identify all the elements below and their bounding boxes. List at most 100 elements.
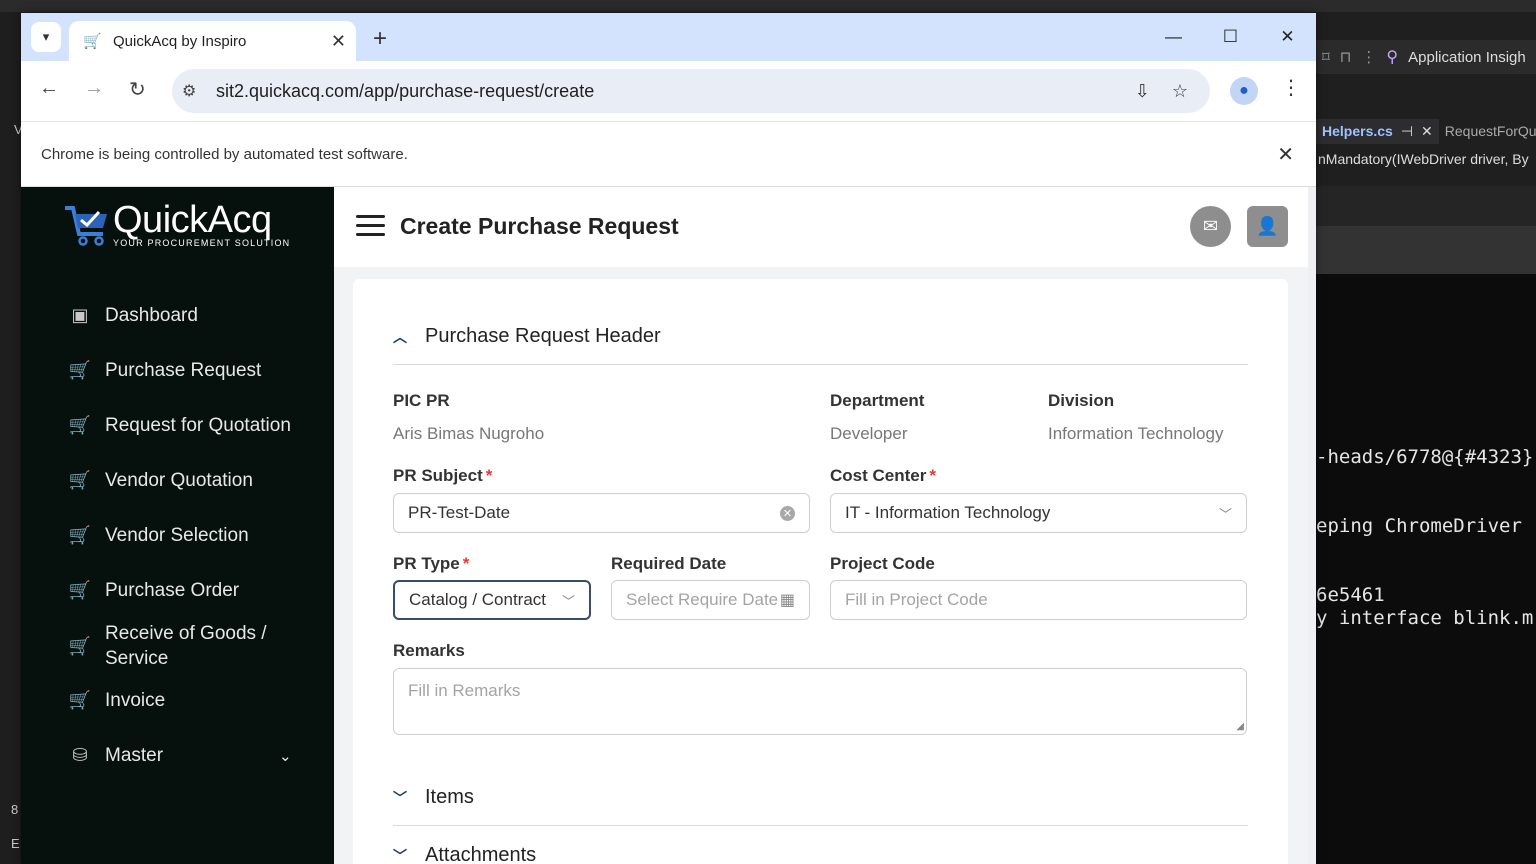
automation-infobar: Chrome is being controlled by automated … — [21, 121, 1316, 187]
reload-button[interactable]: ↻ — [129, 77, 146, 102]
sidebar-item-invoice[interactable]: 🛒 Invoice — [69, 688, 165, 713]
lightbulb-icon[interactable]: ⚲ — [1386, 47, 1398, 67]
chevron-down-icon: ﹀ — [561, 593, 575, 609]
pr-type-label: PR Type * — [393, 554, 469, 574]
close-icon[interactable]: ✕ — [1421, 123, 1433, 140]
ide-tabs: Helpers.cs ⊣ ✕ RequestForQu — [1316, 118, 1536, 144]
cart-search-icon: 🛒 — [68, 415, 92, 435]
ide-tab-request-for-quotation[interactable]: RequestForQu — [1439, 119, 1536, 143]
console-line: 6e5461 — [1316, 584, 1385, 606]
remarks-textarea[interactable]: Fill in Remarks ◢ — [393, 668, 1247, 735]
cart-star-icon: 🛒 — [68, 525, 92, 545]
bookmark-icon[interactable]: ⊓ — [1340, 48, 1352, 66]
sidebar-item-vendor-quotation[interactable]: 🛒 Vendor Quotation — [69, 468, 253, 493]
ide-top-bar — [0, 0, 1536, 12]
sidebar-item-dashboard[interactable]: ▣ Dashboard — [69, 303, 198, 328]
ide-left-strip-text: E — [11, 836, 20, 851]
remarks-placeholder: Fill in Remarks — [408, 681, 521, 700]
clipboard-icon: ▣ — [71, 305, 89, 325]
url-text[interactable]: sit2.quickacq.com/app/purchase-request/c… — [216, 81, 1135, 102]
console-line: y interface blink.m — [1316, 607, 1534, 629]
browser-tab[interactable]: 🛒 QuickAcq by Inspiro ✕ — [69, 21, 356, 61]
site-info-icon[interactable]: ⚙ — [182, 81, 204, 101]
cart-check-logo-icon — [65, 206, 107, 246]
sidebar-item-label: Dashboard — [105, 305, 198, 326]
pr-subject-input[interactable]: PR-Test-Date ✕ — [393, 493, 810, 533]
section-header-purchase-request[interactable]: ︿ Purchase Request Header — [393, 325, 661, 348]
cost-center-label: Cost Center * — [830, 466, 936, 486]
tab-search-button[interactable]: ▾ — [31, 22, 61, 52]
sidebar-item-master[interactable]: ⛁ Master — [69, 743, 163, 768]
section-title: Attachments — [425, 844, 537, 864]
ide-left-strip: V 8 E — [0, 12, 23, 864]
browser-window: ▾ 🛒 QuickAcq by Inspiro ✕ + — ☐ ✕ ← → ↻ … — [21, 13, 1316, 864]
application-insights-label[interactable]: Application Insigh — [1408, 49, 1526, 66]
sidebar-item-vendor-selection[interactable]: 🛒 Vendor Selection — [69, 523, 249, 548]
section-header-items[interactable]: ﹀ Items — [393, 786, 474, 809]
required-date-input[interactable]: Select Require Date ▦ — [611, 580, 810, 620]
quickacq-logo[interactable]: QuickAcq YOUR PROCUREMENT SOLUTION — [63, 199, 290, 251]
chevron-down-icon: ▾ — [42, 29, 50, 44]
cart-icon: 🛒 — [68, 580, 92, 600]
maximize-button[interactable]: ☐ — [1202, 13, 1259, 61]
forward-button[interactable]: → — [84, 77, 104, 100]
ide-left-strip-text: 8 — [11, 802, 19, 817]
clear-icon[interactable]: ✕ — [780, 505, 795, 521]
logo-name: QuickAcq — [113, 199, 272, 241]
main-content: Create Purchase Request ✉ 👤 ︿ Purchase R… — [334, 187, 1308, 864]
page-header: Create Purchase Request ✉ 👤 — [334, 187, 1308, 267]
close-icon[interactable]: ✕ — [331, 31, 346, 52]
chevron-down-icon: ﹀ — [393, 847, 407, 864]
ide-console: -heads/6778@{#4323} eping ChromeDriver 6… — [1316, 274, 1536, 864]
required-date-label: Required Date — [611, 554, 727, 573]
pr-type-value: Catalog / Contract — [409, 590, 547, 609]
cost-center-value: IT - Information Technology — [845, 503, 1051, 522]
project-code-label: Project Code — [830, 554, 935, 573]
hamburger-menu-icon[interactable] — [356, 215, 385, 237]
minimize-button[interactable]: — — [1145, 13, 1202, 61]
section-header-attachments[interactable]: ﹀ Attachments — [393, 844, 536, 864]
user-icon[interactable]: 👤 — [1247, 206, 1288, 247]
pin-icon[interactable]: ⊣ — [1401, 123, 1413, 140]
new-tab-button[interactable]: + — [373, 25, 387, 53]
profile-icon[interactable]: ● — [1230, 77, 1258, 105]
sidebar-item-receive-of-goods[interactable]: 🛒 Receive of Goods / Service — [69, 621, 267, 671]
more-icon[interactable]: ⋮ — [1361, 48, 1376, 66]
required-marker: * — [485, 466, 493, 485]
divider — [393, 825, 1248, 826]
resize-handle-icon[interactable]: ◢ — [1236, 721, 1244, 732]
pr-type-select[interactable]: Catalog / Contract ﹀ — [393, 580, 591, 620]
section-title: Purchase Request Header — [425, 325, 661, 347]
close-icon[interactable]: ✕ — [1277, 142, 1294, 167]
calendar-icon[interactable]: ▦ — [780, 590, 795, 610]
bookmark-icon[interactable]: ⌑ — [1322, 48, 1330, 66]
sidebar-item-purchase-request[interactable]: 🛒 Purchase Request — [69, 358, 262, 383]
chevron-up-icon: ︿ — [393, 328, 407, 345]
cart-down-icon: 🛒 — [68, 635, 92, 656]
remarks-label: Remarks — [393, 641, 465, 660]
sidebar-item-request-for-quotation[interactable]: 🛒 Request for Quotation — [69, 413, 291, 438]
division-label: Division — [1048, 391, 1115, 410]
address-bar[interactable]: ⚙ sit2.quickacq.com/app/purchase-request… — [172, 69, 1210, 113]
sidebar-item-purchase-order[interactable]: 🛒 Purchase Order — [69, 578, 239, 603]
chevron-down-icon[interactable]: ⌄ — [279, 747, 292, 765]
chevron-down-icon: ﹀ — [1218, 506, 1232, 522]
required-marker: * — [929, 466, 936, 485]
department-label: Department — [830, 391, 925, 410]
browser-menu-icon[interactable]: ⋮ — [1281, 75, 1301, 100]
install-app-icon[interactable]: ⇩ — [1135, 81, 1150, 102]
page-title: Create Purchase Request — [400, 213, 679, 239]
ide-editor — [1316, 186, 1536, 226]
back-button[interactable]: ← — [39, 77, 59, 100]
project-code-input[interactable]: Fill in Project Code — [830, 580, 1247, 620]
purchase-request-form-card: ︿ Purchase Request Header PIC PR Aris Bi… — [353, 279, 1288, 864]
quickacq-app: QuickAcq YOUR PROCUREMENT SOLUTION ▣ Das… — [21, 187, 1316, 864]
sidebar-item-label: Vendor Quotation — [105, 470, 253, 491]
cost-center-select[interactable]: IT - Information Technology ﹀ — [830, 493, 1247, 533]
ide-tab-helpers[interactable]: Helpers.cs ⊣ ✕ — [1316, 118, 1439, 144]
sidebar-item-label: Master — [105, 745, 164, 766]
divider — [393, 364, 1248, 365]
mail-icon[interactable]: ✉ — [1190, 206, 1231, 247]
close-window-button[interactable]: ✕ — [1259, 13, 1316, 61]
star-icon[interactable]: ☆ — [1172, 81, 1188, 102]
